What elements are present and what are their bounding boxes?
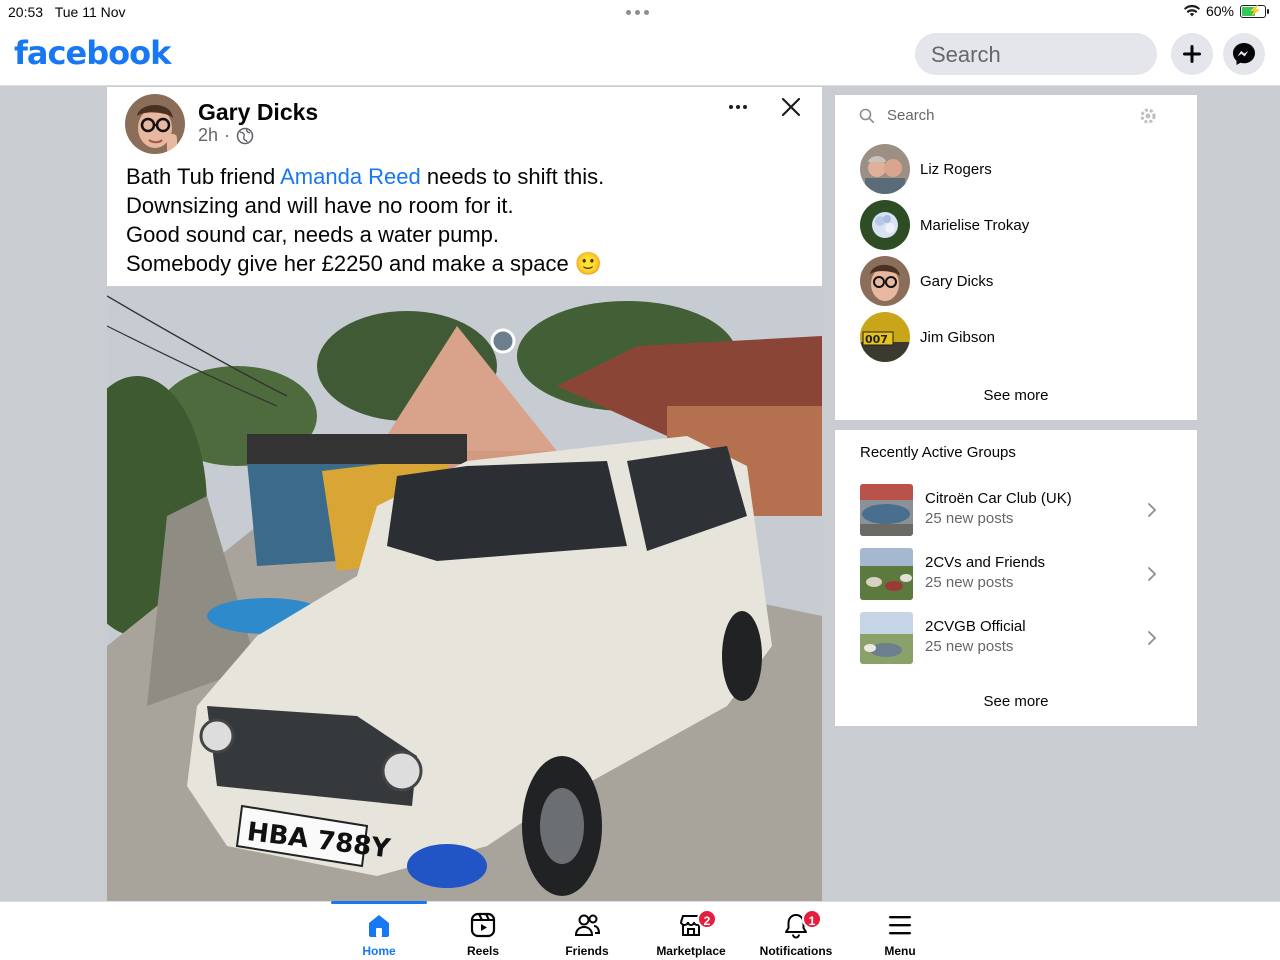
- chevron-right-icon: [1148, 631, 1157, 645]
- contacts-search[interactable]: Search: [859, 107, 935, 124]
- tab-marketplace[interactable]: 2 Marketplace: [641, 902, 741, 960]
- facebook-logo[interactable]: facebook: [14, 34, 171, 72]
- home-icon: [369, 915, 389, 937]
- meta-separator: ·: [224, 125, 231, 145]
- tab-reels[interactable]: Reels: [433, 902, 533, 960]
- status-bar: 20:53 Tue 11 Nov 60% ⚡: [0, 0, 1280, 24]
- tab-notifications[interactable]: 1 Notifications: [746, 902, 846, 960]
- chevron-right-icon: [1148, 567, 1157, 581]
- status-indicators: 60% ⚡: [1183, 3, 1269, 19]
- battery-icon: ⚡: [1240, 4, 1269, 18]
- post-text: Bath Tub friend Amanda Reed needs to shi…: [126, 162, 806, 278]
- avatar: [860, 144, 910, 194]
- contacts-panel: Search Liz Rogers Marielise Trokay Gary …: [835, 95, 1197, 420]
- avatar: [860, 256, 910, 306]
- post-text-line: Somebody give her £2250 and make a space…: [126, 251, 603, 276]
- tab-friends[interactable]: Friends: [537, 902, 637, 960]
- battery-percent: 60%: [1205, 3, 1234, 19]
- tab-label: Notifications: [759, 944, 833, 958]
- chevron-right-icon: [1148, 503, 1157, 517]
- status-time: 20:53 Tue 11 Nov: [8, 4, 126, 20]
- post-more-button[interactable]: [729, 99, 751, 115]
- contact-item[interactable]: Liz Rogers: [860, 144, 992, 194]
- gear-icon[interactable]: [1138, 106, 1158, 126]
- contacts-search-placeholder: Search: [887, 107, 935, 124]
- recent-groups-panel: Recently Active Groups Citroën Car Club …: [835, 430, 1197, 726]
- notifications-badge: 1: [802, 909, 822, 929]
- post-photo[interactable]: HBA 788Y: [107, 286, 822, 901]
- svg-text:007: 007: [865, 333, 888, 346]
- group-new-posts: 25 new posts: [925, 638, 1014, 655]
- menu-icon: [889, 916, 911, 935]
- contact-name: Gary Dicks: [920, 272, 994, 290]
- tab-label: Marketplace: [656, 944, 726, 958]
- search-input[interactable]: Search: [915, 33, 1157, 75]
- contacts-see-more-button[interactable]: See more: [835, 387, 1197, 404]
- post-text-line: Downsizing and will have no room for it.: [126, 193, 514, 218]
- group-thumbnail: [860, 612, 913, 664]
- contact-item[interactable]: 007 Jim Gibson: [860, 312, 995, 362]
- group-item[interactable]: 2CVGB Official 25 new posts: [860, 612, 1170, 664]
- contact-item[interactable]: Marielise Trokay: [860, 200, 1029, 250]
- wifi-icon: [1183, 5, 1200, 17]
- multitasking-dots[interactable]: [626, 10, 654, 15]
- reels-icon: [470, 912, 496, 938]
- post-text-line: Bath Tub friend Amanda Reed needs to shi…: [126, 164, 605, 189]
- contact-name: Liz Rogers: [920, 160, 992, 178]
- tab-home[interactable]: Home: [329, 901, 429, 960]
- avatar: [860, 200, 910, 250]
- tab-menu[interactable]: Menu: [850, 902, 950, 960]
- friends-icon: [574, 914, 601, 936]
- group-name: 2CVGB Official: [925, 618, 1026, 635]
- contact-name: Jim Gibson: [920, 328, 996, 346]
- avatar: 007: [860, 312, 910, 362]
- messenger-icon: [1233, 43, 1255, 65]
- group-new-posts: 25 new posts: [925, 510, 1014, 527]
- tab-label: Home: [362, 944, 396, 958]
- group-item[interactable]: 2CVs and Friends 25 new posts: [860, 548, 1170, 600]
- groups-title: Recently Active Groups: [860, 444, 1016, 461]
- group-new-posts: 25 new posts: [925, 574, 1014, 591]
- tab-label: Menu: [884, 944, 916, 958]
- groups-see-more-button[interactable]: See more: [835, 693, 1197, 710]
- bottom-tab-bar: Home Reels Friends 2 Marketplace 1 Notif…: [0, 901, 1280, 960]
- search-icon: [859, 108, 875, 123]
- tab-label: Reels: [466, 944, 500, 958]
- mention-link[interactable]: Amanda Reed: [280, 164, 421, 189]
- plus-icon: [1183, 45, 1201, 63]
- tab-label: Friends: [565, 944, 609, 958]
- post-author-name[interactable]: Gary Dicks: [198, 99, 318, 126]
- create-button[interactable]: [1171, 33, 1213, 75]
- group-name: 2CVs and Friends: [925, 554, 1046, 571]
- group-thumbnail: [860, 484, 913, 536]
- group-thumbnail: [860, 548, 913, 600]
- group-name: Citroën Car Club (UK): [925, 490, 1072, 507]
- globe-icon: [236, 127, 254, 144]
- group-item[interactable]: Citroën Car Club (UK) 25 new posts: [860, 484, 1170, 536]
- marketplace-badge: 2: [697, 909, 717, 929]
- close-icon[interactable]: [780, 96, 802, 118]
- post-meta: 2h ·: [198, 125, 254, 146]
- feed-post: Gary Dicks 2h · Bath Tub friend Amanda R…: [107, 87, 822, 901]
- post-text-line: Good sound car, needs a water pump.: [126, 222, 500, 247]
- post-time[interactable]: 2h: [198, 125, 218, 146]
- contact-name: Marielise Trokay: [920, 216, 1030, 234]
- messenger-button[interactable]: [1223, 33, 1265, 75]
- author-avatar[interactable]: [125, 94, 185, 154]
- top-app-bar: facebook Search: [0, 24, 1280, 86]
- contact-item[interactable]: Gary Dicks: [860, 256, 993, 306]
